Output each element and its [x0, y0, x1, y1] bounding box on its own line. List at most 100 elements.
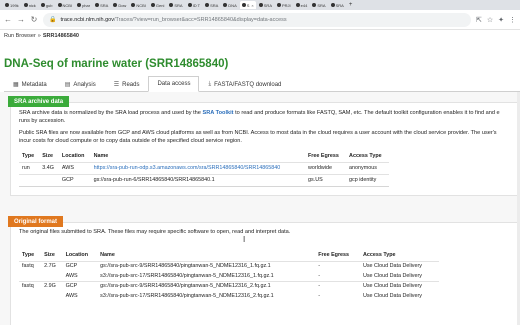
table-row: run 3.4G AWS https://sra-pub-run-odp.s3.… — [19, 161, 389, 174]
address-bar[interactable]: 🔒 trace.ncbi.nlm.nih.gov/Traces/?view=ru… — [43, 12, 471, 27]
table-cell — [19, 173, 40, 186]
table-cell: run — [19, 161, 40, 174]
browser-tab[interactable]: ID T — [186, 1, 202, 9]
browser-tab-label: e44 — [300, 2, 308, 8]
plus-icon: + — [348, 2, 353, 8]
table-cell: 2.9G — [41, 280, 63, 291]
page-tabs: ▦ Metadata ▤ Analysis ☰ Reads Data access ⤓… — [4, 75, 520, 92]
browser-tab-label: 199k — [10, 2, 19, 8]
browser-tab[interactable]: SRA — [167, 1, 184, 9]
browser-tab-label: DNA — [228, 2, 237, 8]
browser-tab[interactable]: DNA — [221, 1, 238, 9]
table-cell: gcp identity — [346, 173, 389, 186]
column-header: Location — [65, 251, 89, 258]
forward-icon[interactable]: → — [17, 15, 25, 25]
sra-archive-badge: SRA archive data — [8, 96, 70, 107]
breadcrumb-current: SRR14865840 — [42, 33, 79, 39]
original-format-text: The original files submitted to SRA. The… — [19, 229, 291, 235]
text-cursor-icon: I — [243, 235, 246, 244]
table-cell: - — [315, 280, 360, 291]
table-cell: 2.7G — [41, 260, 63, 271]
column-header: Type — [22, 251, 35, 258]
aws-file-link[interactable]: https://sra-pub-run-odp.s3.amazonaws.com… — [94, 165, 281, 171]
table-cell: Use Cloud Data Delivery — [359, 260, 439, 271]
favicon-icon — [169, 3, 174, 7]
tab-analysis[interactable]: ▤ Analysis — [56, 76, 105, 92]
favicon-icon — [258, 3, 263, 7]
table-cell: - — [318, 272, 320, 279]
star-icon[interactable]: ☆ — [487, 16, 493, 24]
browser-tab[interactable]: Geni — [149, 1, 166, 9]
extensions-icon[interactable]: ✦ — [498, 16, 504, 24]
back-icon[interactable]: ← — [4, 15, 12, 25]
column-header: Free Egress — [318, 251, 350, 258]
browser-tab[interactable]: Dow — [111, 1, 128, 9]
table-cell: AWS — [58, 161, 91, 174]
sra-archive-text-1: SRA archive data is normalized by the SR… — [19, 110, 500, 118]
table-cell: GCP — [62, 280, 98, 291]
tab-metadata[interactable]: ▦ Metadata — [4, 76, 56, 92]
column-header: Name — [93, 152, 109, 159]
browser-tab-label: S — [246, 2, 250, 8]
browser-tab[interactable]: NCBI — [56, 1, 75, 9]
column-header: Name — [100, 251, 115, 258]
table-cell: Use Cloud Data Delivery — [362, 272, 422, 279]
table-row: AWS s3://sra-pub-src-17/SRR14865840/ping… — [19, 291, 439, 301]
table-cell: gs://sra-pub-src-9/SRR14865840/pingtanwa… — [97, 280, 316, 291]
table-cell: gs.US — [305, 173, 347, 186]
reload-icon[interactable]: ↻ — [30, 15, 38, 25]
text-part: to read and produce formats like FASTQ, … — [235, 110, 500, 116]
column-header: Location — [61, 152, 85, 159]
table-cell: GCP — [62, 260, 98, 271]
browser-tab-label: SRA — [263, 2, 272, 8]
tab-data-access[interactable]: Data access — [148, 76, 200, 92]
table-cell: GCP — [58, 173, 91, 186]
share-icon[interactable]: ⇱ — [476, 16, 482, 24]
url-host: trace.ncbi.nlm.nih.gov — [60, 16, 114, 23]
menu-icon[interactable]: ⋮ — [509, 16, 516, 24]
browser-tab[interactable]: NCBI — [129, 1, 148, 9]
browser-tab[interactable]: gub — [39, 1, 55, 9]
breadcrumb: Run Browser» SRR14865840 — [4, 33, 79, 39]
browser-tab[interactable]: nick — [22, 1, 38, 9]
table-cell: anonymous — [346, 161, 389, 174]
browser-tab[interactable]: 199k — [3, 1, 21, 9]
browser-tab[interactable]: SRA — [310, 1, 327, 9]
browser-tab-label: SRA — [100, 2, 109, 8]
original-format-badge: Original format — [8, 216, 64, 227]
table-cell: - — [318, 293, 320, 299]
browser-tab[interactable]: SRA — [203, 1, 220, 9]
browser-tab[interactable]: S × — [239, 1, 256, 9]
table-cell: AWS — [65, 272, 78, 279]
new-tab-button[interactable]: + — [347, 1, 355, 9]
close-tab-icon[interactable]: × — [251, 3, 253, 8]
browser-tab[interactable]: SRA — [93, 1, 110, 9]
tab-fasta-fastq-download[interactable]: ⤓ FASTA/FASTQ download — [199, 76, 290, 92]
table-cell — [19, 291, 41, 301]
favicon-icon — [241, 3, 246, 7]
table-row: fastq 2.7G GCP gs://sra-pub-src-9/SRR148… — [19, 260, 439, 271]
favicon-icon — [223, 3, 228, 7]
original-format-panel: Original format The original files submi… — [8, 216, 520, 325]
table-row: AWS s3://sra-pub-src-17/SRR14865840/ping… — [19, 271, 439, 281]
browser-tab-label: gub — [45, 2, 53, 8]
list-icon: ☰ — [113, 82, 120, 88]
breadcrumb-run-browser[interactable]: Run Browser — [4, 33, 36, 39]
favicon-icon — [330, 3, 335, 7]
favicon-icon — [57, 3, 62, 7]
table-cell — [41, 271, 62, 281]
tab-reads[interactable]: ☰ Reads — [105, 76, 149, 92]
browser-tab[interactable]: phar — [75, 1, 92, 9]
table-cell: worldwide — [305, 161, 347, 174]
browser-tab[interactable]: SRA — [257, 1, 274, 9]
column-header: Size — [42, 152, 54, 159]
browser-tab[interactable]: PRJI — [275, 1, 293, 9]
browser-tab-label: SRA — [317, 2, 326, 8]
browser-tab[interactable]: e44 — [294, 1, 310, 9]
sra-toolkit-link[interactable]: SRA Toolkit — [202, 110, 233, 116]
browser-tab[interactable]: SRA — [329, 1, 346, 9]
table-cell: Use Cloud Data Delivery — [359, 280, 439, 291]
table-cell: s3://sra-pub-src-17/SRR14865840/pingtanw… — [100, 272, 274, 279]
browser-tab-label: SRA — [210, 2, 219, 8]
browser-toolbar: ← → ↻ 🔒 trace.ncbi.nlm.nih.gov/Traces/?v… — [0, 10, 520, 30]
